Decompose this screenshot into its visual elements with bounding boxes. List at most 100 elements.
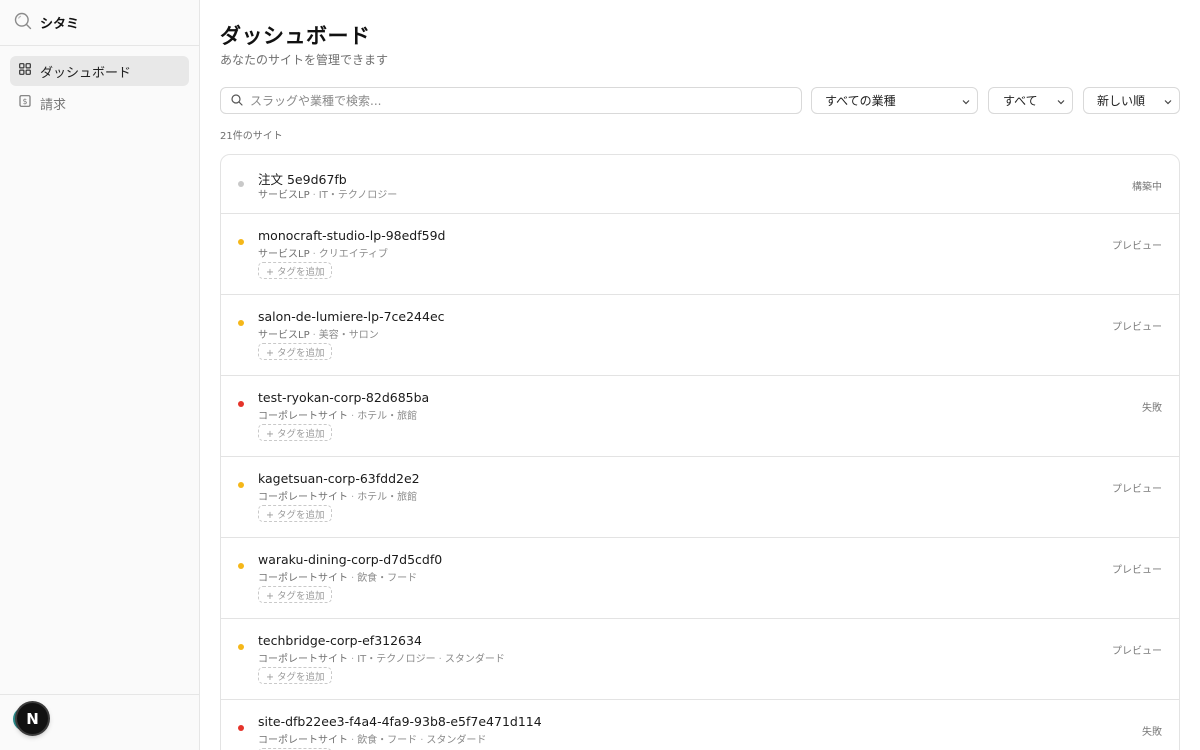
site-industry: クリエイティブ bbox=[318, 249, 388, 260]
invoice-icon: $ bbox=[19, 95, 31, 111]
chevron-down-icon bbox=[961, 96, 971, 110]
site-type: サービスLP bbox=[258, 249, 310, 260]
svg-text:$: $ bbox=[23, 97, 28, 106]
site-plan: スタンダード bbox=[426, 735, 487, 746]
site-meta: コーポレートサイト · IT・テクノロジー · スタンダード bbox=[258, 650, 505, 665]
sort-select-value: 新しい順 bbox=[1097, 94, 1146, 108]
site-row[interactable]: site-dfb22ee3-f4a4-4fa9-93b8-e5f7e471d11… bbox=[221, 700, 1179, 750]
site-type: コーポレートサイト bbox=[258, 411, 348, 422]
meta-separator: · bbox=[312, 330, 316, 341]
site-type: コーポレートサイト bbox=[258, 654, 348, 665]
site-list: 注文 5e9d67fb サービスLP · IT・テクノロジー 構築中 monocraft-… bbox=[220, 154, 1180, 750]
site-status: 構築中 bbox=[1132, 182, 1162, 193]
status-select[interactable]: すべて bbox=[988, 87, 1073, 114]
site-name: waraku-dining-corp-d7d5cdf0 bbox=[258, 552, 443, 567]
site-industry: ホテル・旅館 bbox=[357, 492, 418, 503]
meta-separator: · bbox=[420, 735, 424, 746]
site-status: 失敗 bbox=[1142, 727, 1162, 738]
status-dot-icon bbox=[238, 644, 244, 650]
site-type: コーポレートサイト bbox=[258, 735, 348, 746]
site-type: サービスLP bbox=[258, 190, 310, 201]
site-meta: サービスLP · 美容・サロン bbox=[258, 326, 379, 341]
sidebar-nav: ダッシュボード $ 請求 bbox=[0, 46, 199, 130]
sort-select[interactable]: 新しい順 bbox=[1083, 87, 1180, 114]
sidebar-item-label: 請求 bbox=[40, 97, 67, 113]
site-industry: ホテル・旅館 bbox=[357, 411, 418, 422]
site-name: site-dfb22ee3-f4a4-4fa9-93b8-e5f7e471d11… bbox=[258, 714, 542, 729]
site-row[interactable]: 注文 5e9d67fb サービスLP · IT・テクノロジー 構築中 bbox=[221, 155, 1179, 214]
meta-separator: · bbox=[351, 654, 355, 665]
site-status: 失敗 bbox=[1142, 403, 1162, 414]
site-meta: サービスLP · クリエイティブ bbox=[258, 245, 388, 260]
site-industry: 美容・サロン bbox=[318, 330, 379, 341]
status-select-value: すべて bbox=[1003, 94, 1038, 108]
site-meta: サービスLP · IT・テクノロジー bbox=[258, 186, 397, 201]
site-status: プレビュー bbox=[1112, 241, 1162, 252]
add-tag-button[interactable]: + タグを追加 bbox=[258, 586, 333, 603]
chevron-down-icon bbox=[1056, 96, 1066, 110]
site-status: プレビュー bbox=[1112, 322, 1162, 333]
page-subtitle: あなたのサイトを管理できます bbox=[220, 53, 389, 67]
site-row[interactable]: waraku-dining-corp-d7d5cdf0 コーポレートサイト · 飲食・… bbox=[221, 538, 1179, 619]
site-type: コーポレートサイト bbox=[258, 492, 348, 503]
site-industry: 飲食・フード bbox=[357, 573, 418, 584]
site-plan: スタンダード bbox=[444, 654, 505, 665]
search-box[interactable] bbox=[220, 87, 802, 114]
site-status: プレビュー bbox=[1112, 484, 1162, 495]
industry-select-value: すべての業種 bbox=[825, 94, 896, 108]
meta-separator: · bbox=[312, 249, 316, 260]
user-avatar[interactable]: N bbox=[17, 703, 48, 734]
site-count: 21件のサイト bbox=[220, 131, 283, 142]
site-status: プレビュー bbox=[1112, 565, 1162, 576]
meta-separator: · bbox=[351, 573, 355, 584]
site-name: salon-de-lumiere-lp-7ce244ec bbox=[258, 309, 445, 324]
sidebar-footer: N bbox=[0, 694, 199, 750]
site-industry: IT・テクノロジー bbox=[357, 654, 436, 665]
meta-separator: · bbox=[351, 492, 355, 503]
site-industry: 飲食・フード bbox=[357, 735, 418, 746]
site-meta: コーポレートサイト · 飲食・フード · スタンダード bbox=[258, 731, 486, 746]
industry-select[interactable]: すべての業種 bbox=[811, 87, 978, 114]
site-industry: IT・テクノロジー bbox=[318, 190, 398, 201]
site-type: サービスLP bbox=[258, 330, 310, 341]
site-row[interactable]: kagetsuan-corp-63fdd2e2 コーポレートサイト · ホテル・旅館 +… bbox=[221, 457, 1179, 538]
site-row[interactable]: techbridge-corp-ef312634 コーポレートサイト · IT・テクノ… bbox=[221, 619, 1179, 700]
search-input[interactable] bbox=[250, 93, 770, 108]
sidebar-item-billing[interactable]: $ 請求 bbox=[10, 88, 189, 118]
add-tag-button[interactable]: + タグを追加 bbox=[258, 424, 333, 441]
brand[interactable]: シタミ bbox=[0, 0, 199, 46]
site-row[interactable]: monocraft-studio-lp-98edf59d サービスLP · クリエイテ… bbox=[221, 214, 1179, 295]
site-meta: コーポレートサイト · ホテル・旅館 bbox=[258, 488, 417, 503]
site-status: プレビュー bbox=[1112, 646, 1162, 657]
status-dot-icon bbox=[238, 320, 244, 326]
status-dot-icon bbox=[238, 563, 244, 569]
site-type: コーポレートサイト bbox=[258, 573, 348, 584]
add-tag-button[interactable]: + タグを追加 bbox=[258, 505, 333, 522]
site-row[interactable]: test-ryokan-corp-82d685ba コーポレートサイト · ホテル・旅… bbox=[221, 376, 1179, 457]
logo-search-icon bbox=[14, 12, 32, 34]
meta-separator: · bbox=[312, 190, 316, 201]
status-dot-icon bbox=[238, 401, 244, 407]
status-dot-icon bbox=[238, 725, 244, 731]
sidebar: シタミ ダッシュボード $ 請求 N bbox=[0, 0, 200, 750]
meta-separator: · bbox=[351, 735, 355, 746]
add-tag-button[interactable]: + タグを追加 bbox=[258, 343, 333, 360]
site-name: monocraft-studio-lp-98edf59d bbox=[258, 228, 446, 243]
page-title: ダッシュボード bbox=[220, 24, 371, 48]
meta-separator: · bbox=[438, 654, 442, 665]
status-dot-icon bbox=[238, 482, 244, 488]
chevron-down-icon bbox=[1163, 96, 1173, 110]
status-dot-icon bbox=[238, 181, 244, 187]
site-row[interactable]: salon-de-lumiere-lp-7ce244ec サービスLP · 美容・サロ… bbox=[221, 295, 1179, 376]
site-meta: コーポレートサイト · 飲食・フード bbox=[258, 569, 417, 584]
site-name: test-ryokan-corp-82d685ba bbox=[258, 390, 430, 405]
status-dot-icon bbox=[238, 239, 244, 245]
sidebar-item-dashboard[interactable]: ダッシュボード bbox=[10, 56, 189, 86]
sidebar-item-label: ダッシュボード bbox=[40, 65, 132, 81]
site-name: kagetsuan-corp-63fdd2e2 bbox=[258, 471, 420, 486]
add-tag-button[interactable]: + タグを追加 bbox=[258, 262, 333, 279]
site-name: techbridge-corp-ef312634 bbox=[258, 633, 422, 648]
dashboard-grid-icon bbox=[19, 63, 31, 79]
add-tag-button[interactable]: + タグを追加 bbox=[258, 667, 333, 684]
app-name: シタミ bbox=[40, 17, 80, 32]
